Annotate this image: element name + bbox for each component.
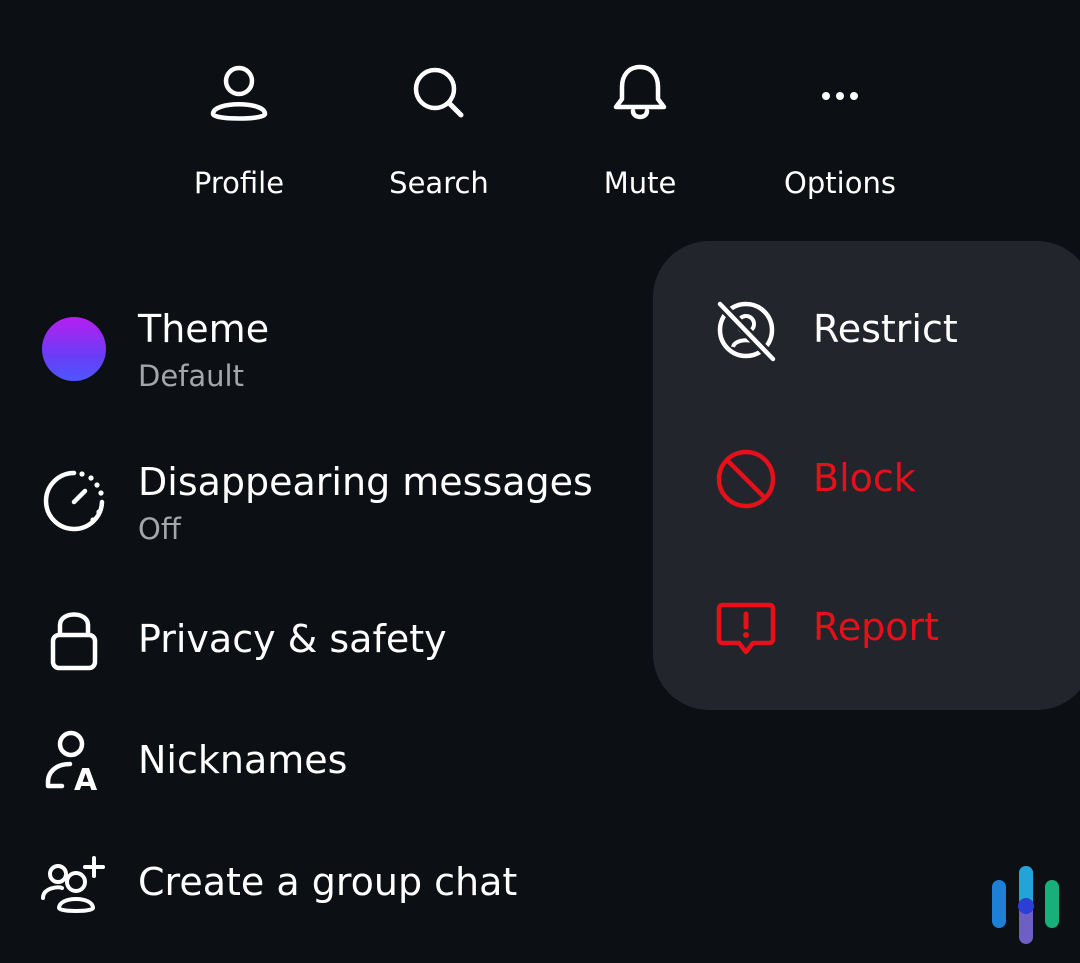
block-label: Block <box>813 456 916 500</box>
theme-row[interactable]: Theme Default <box>0 298 650 408</box>
profile-button[interactable]: Profile <box>154 58 324 218</box>
group-add-icon <box>41 856 105 913</box>
theme-subtitle: Default <box>138 359 244 393</box>
search-icon <box>413 67 464 118</box>
privacy-safety-row[interactable]: Privacy & safety <box>0 598 650 684</box>
restrict-label: Restrict <box>813 307 958 351</box>
block-icon <box>716 449 776 509</box>
restrict-icon <box>715 299 778 363</box>
profile-label: Profile <box>193 166 285 200</box>
nicknames-row[interactable]: A Nicknames <box>0 718 650 804</box>
report-icon <box>716 602 776 655</box>
more-dots-icon <box>822 92 858 100</box>
group-chat-title: Create a group chat <box>138 860 518 904</box>
block-menu-item[interactable]: Block <box>653 422 1080 532</box>
report-menu-item[interactable]: Report <box>653 571 1080 681</box>
report-label: Report <box>813 605 939 649</box>
profile-icon <box>210 65 268 121</box>
create-group-chat-row[interactable]: Create a group chat <box>0 840 650 926</box>
mute-label: Mute <box>603 166 677 200</box>
search-button[interactable]: Search <box>354 58 524 218</box>
mute-button[interactable]: Mute <box>555 58 725 218</box>
options-label: Options <box>784 166 896 200</box>
disappearing-messages-row[interactable]: Disappearing messages Off <box>0 452 650 562</box>
lock-icon <box>50 612 98 671</box>
theme-swatch <box>42 317 106 381</box>
disappearing-subtitle: Off <box>138 512 181 546</box>
svg-text:A: A <box>74 763 98 798</box>
chat-actions-bar: Profile Search Mute Options <box>0 0 1080 240</box>
disappearing-title: Disappearing messages <box>138 460 593 504</box>
privacy-title: Privacy & safety <box>138 617 447 661</box>
options-button[interactable]: Options <box>755 58 925 218</box>
restrict-menu-item[interactable]: Restrict <box>653 273 1080 383</box>
bell-icon <box>613 64 667 120</box>
theme-title: Theme <box>138 307 270 351</box>
timer-icon <box>43 470 105 532</box>
nickname-icon: A <box>45 730 98 798</box>
options-menu: Restrict Block Report <box>653 241 1080 710</box>
nicknames-title: Nicknames <box>138 738 348 782</box>
search-label: Search <box>389 166 489 200</box>
brand-logo-watermark <box>992 866 1059 944</box>
